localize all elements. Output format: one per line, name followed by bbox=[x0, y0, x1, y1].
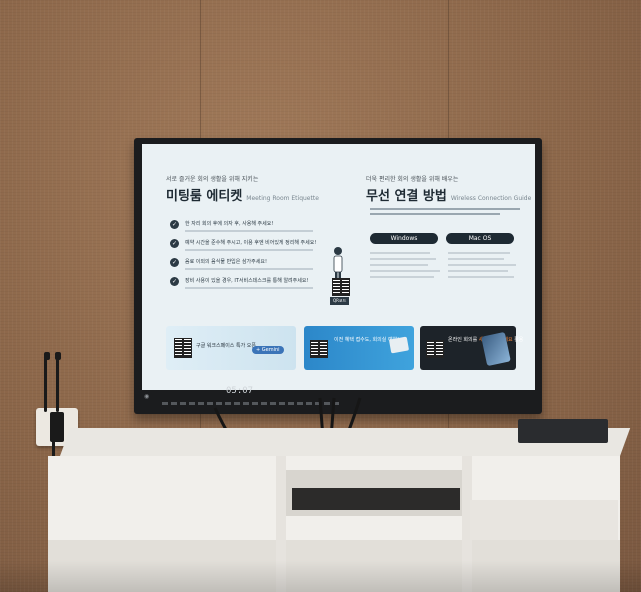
cable-tray bbox=[518, 419, 608, 443]
cabinet-shelf bbox=[470, 500, 618, 540]
cable-slot-opening bbox=[292, 488, 460, 510]
floor-shadow bbox=[0, 560, 641, 592]
